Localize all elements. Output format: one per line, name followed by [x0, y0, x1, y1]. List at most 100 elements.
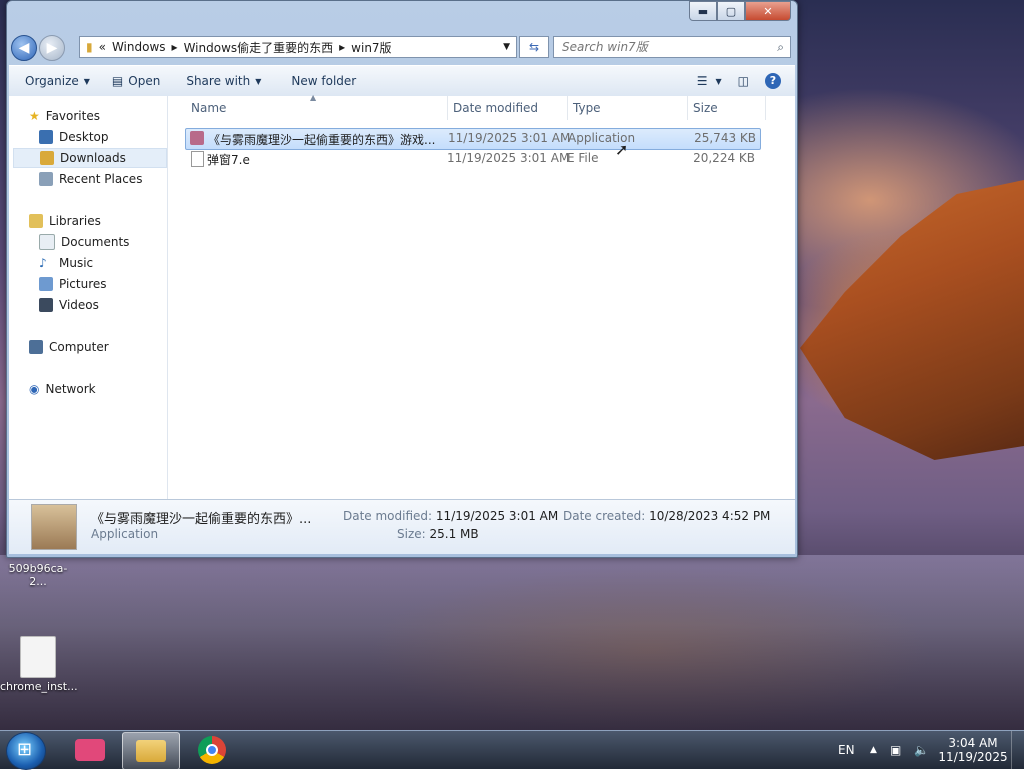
address-bar[interactable]: ▮ « Windows ▸ Windows偷走了重要的东西 ▸ win7版 ▼ — [79, 36, 517, 58]
clock-time: 3:04 AM — [948, 736, 998, 750]
breadcrumb-win7[interactable]: win7版 — [351, 39, 391, 56]
start-button[interactable] — [6, 732, 46, 770]
network-icon: ◉ — [29, 382, 40, 396]
forward-button[interactable]: ▶ — [39, 35, 65, 61]
nav-network[interactable]: ◉ Network — [29, 379, 187, 399]
file-date: 11/19/2025 3:01 AM — [448, 131, 571, 145]
file-type: E File — [567, 151, 599, 165]
nav-label: Pictures — [59, 277, 107, 291]
nav-computer[interactable]: Computer — [29, 337, 187, 357]
details-date-modified: Date modified: 11/19/2025 3:01 AM — [343, 509, 558, 523]
column-header-size[interactable]: Size — [693, 96, 766, 120]
organize-button[interactable]: Organize ▼ — [17, 69, 98, 93]
clock[interactable]: 3:04 AM 11/19/2025 — [938, 731, 1008, 769]
address-row: ◀ ▶ ▮ « Windows ▸ Windows偷走了重要的东西 ▸ win7… — [7, 33, 797, 61]
taskbar-explorer-button[interactable] — [122, 732, 180, 770]
network-tray-icon[interactable]: ▣ — [890, 731, 901, 769]
help-button[interactable]: ? — [757, 69, 789, 93]
chevron-down-icon: ▼ — [83, 76, 90, 86]
nav-label: Music — [59, 256, 94, 270]
file-list: ▲ Name Date modified Type Size 《与雾雨魔理沙一起… — [169, 93, 795, 499]
details-value: 25.1 MB — [429, 527, 479, 541]
minimize-button[interactable]: ▬ — [689, 1, 717, 21]
file-name: 弹窗7.e — [207, 153, 250, 167]
taskbar-chrome-button[interactable] — [184, 732, 240, 768]
column-header-name[interactable]: Name — [191, 96, 448, 120]
search-input[interactable] — [560, 39, 764, 55]
column-header-date[interactable]: Date modified — [453, 96, 568, 120]
folder-icon: ▮ — [86, 40, 93, 54]
file-icon — [191, 151, 204, 167]
refresh-button[interactable]: ⇆ — [519, 36, 549, 58]
show-hidden-icons-button[interactable]: ▲ — [870, 731, 877, 769]
open-icon: ▤ — [111, 74, 124, 88]
column-label: Date modified — [453, 101, 539, 115]
file-row[interactable]: 《与雾雨魔理沙一起偷重要的东西》游戏... 11/19/2025 3:01 AM… — [185, 128, 761, 150]
nav-label: Recent Places — [59, 172, 143, 186]
file-size: 25,743 KB — [694, 131, 756, 145]
language-label: EN — [838, 743, 855, 757]
new-folder-button[interactable]: New folder — [283, 69, 364, 93]
preview-pane-button[interactable]: ◫ — [730, 69, 757, 93]
close-button[interactable]: ✕ — [745, 1, 791, 21]
explorer-body: ★ Favorites Desktop Downloads Recent Pla… — [9, 93, 795, 499]
breadcrumb-windows[interactable]: Windows — [112, 40, 166, 54]
address-chevrons[interactable]: « — [99, 40, 106, 54]
forward-arrow-icon: ▶ — [46, 40, 58, 56]
back-arrow-icon: ◀ — [18, 40, 30, 56]
show-desktop-button[interactable] — [1011, 731, 1024, 769]
network-status-icon: ▣ — [890, 743, 902, 757]
breadcrumb-game-folder[interactable]: Windows偷走了重要的东西 — [184, 39, 334, 56]
nav-label: Documents — [61, 235, 130, 249]
nav-favorites[interactable]: ★ Favorites — [29, 106, 187, 126]
file-row[interactable]: 弹窗7.e 11/19/2025 3:01 AM E File 20,224 K… — [185, 149, 759, 169]
back-button[interactable]: ◀ — [11, 35, 37, 61]
chevron-up-icon: ▲ — [870, 745, 877, 755]
breadcrumb-separator[interactable]: ▸ — [172, 40, 178, 54]
volume-tray-icon[interactable]: 🔈 — [914, 731, 929, 769]
star-icon: ★ — [29, 109, 40, 123]
details-value: 10/28/2023 4:52 PM — [649, 509, 771, 523]
mouse-cursor-icon: ➚ — [615, 140, 629, 159]
chevron-down-icon[interactable]: ▼ — [503, 42, 510, 52]
clock-date: 11/19/2025 — [938, 750, 1008, 764]
desktop-icon-file[interactable]: 509b96ca-2... — [0, 562, 76, 588]
nav-label: Libraries — [49, 214, 101, 228]
view-options-button[interactable]: ☰ ▼ — [689, 69, 730, 93]
share-with-button[interactable]: Share with ▼ — [178, 69, 269, 93]
view-list-icon: ☰ — [696, 74, 708, 88]
share-with-label: Share with — [186, 74, 251, 88]
search-icon[interactable]: ⌕ — [777, 40, 784, 55]
nav-label: Videos — [59, 298, 99, 312]
chrome-icon — [198, 736, 226, 764]
taskbar-app-button[interactable] — [62, 732, 118, 768]
details-label: Date created: — [563, 509, 646, 523]
organize-label: Organize — [25, 74, 79, 88]
chevron-down-icon: ▼ — [715, 76, 722, 86]
desktop-icon-label: 509b96ca-2... — [8, 562, 68, 588]
open-button[interactable]: ▤ Open — [104, 69, 168, 93]
nav-label: Computer — [49, 340, 109, 354]
details-file-type: Application — [91, 527, 159, 541]
desktop-icon-chrome-installer[interactable]: chrome_inst... — [0, 636, 78, 693]
file-thumbnail — [31, 504, 77, 550]
desktop-icon — [39, 130, 53, 144]
details-value: 11/19/2025 3:01 AM — [435, 509, 559, 523]
details-label: Date modified: — [343, 509, 433, 523]
maximize-button[interactable]: ▢ — [717, 1, 745, 21]
new-folder-label: New folder — [291, 74, 357, 88]
search-box[interactable]: ⌕ — [553, 36, 791, 58]
details-date-created: Date created: 10/28/2023 4:52 PM — [563, 509, 770, 523]
computer-icon — [29, 340, 43, 354]
open-label: Open — [128, 74, 161, 88]
nav-downloads[interactable]: Downloads — [13, 148, 167, 168]
nav-libraries[interactable]: Libraries — [29, 211, 187, 231]
cat-app-icon — [75, 739, 105, 761]
column-label: Name — [191, 101, 227, 115]
column-header-type[interactable]: Type — [573, 96, 688, 120]
downloads-folder-icon — [40, 151, 54, 165]
file-size: 20,224 KB — [693, 151, 755, 165]
breadcrumb-separator[interactable]: ▸ — [339, 40, 345, 54]
language-indicator[interactable]: EN — [838, 731, 855, 769]
document-icon — [20, 636, 56, 678]
